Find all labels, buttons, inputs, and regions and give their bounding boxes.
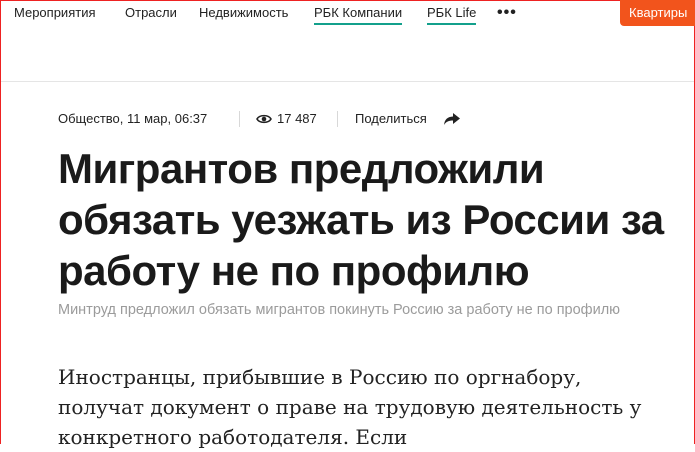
nav-item-industries[interactable]: Отрасли [125,5,177,21]
nav-item-real-estate[interactable]: Недвижимость [199,5,288,21]
share-button[interactable]: Поделиться [355,110,427,128]
more-menu-icon[interactable]: ••• [497,4,517,22]
nav-item-events[interactable]: Мероприятия [14,5,96,21]
meta-separator [239,111,240,127]
article-lead: Иностранцы, прибывшие в Россию по оргнаб… [58,365,642,449]
share-arrow-icon[interactable] [443,112,461,126]
apartments-button[interactable]: Квартиры [620,0,695,26]
nav-item-rbc-companies[interactable]: РБК Компании [314,5,403,25]
article-subtitle: Минтруд предложил обязать мигрантов поки… [58,302,621,318]
eye-icon [256,114,272,124]
article-views-count: 17 487 [277,111,317,126]
header-divider [1,81,694,82]
nav-item-rbc-life[interactable]: РБК Life [427,5,477,25]
article-section-date[interactable]: Общество, 11 мар, 06:37 [58,110,207,128]
article-headline: Мигрантов предложили обязать уезжать из … [58,145,664,294]
meta-separator [337,111,338,127]
top-navigation: Мероприятия Отрасли Недвижимость РБК Ком… [0,0,695,30]
